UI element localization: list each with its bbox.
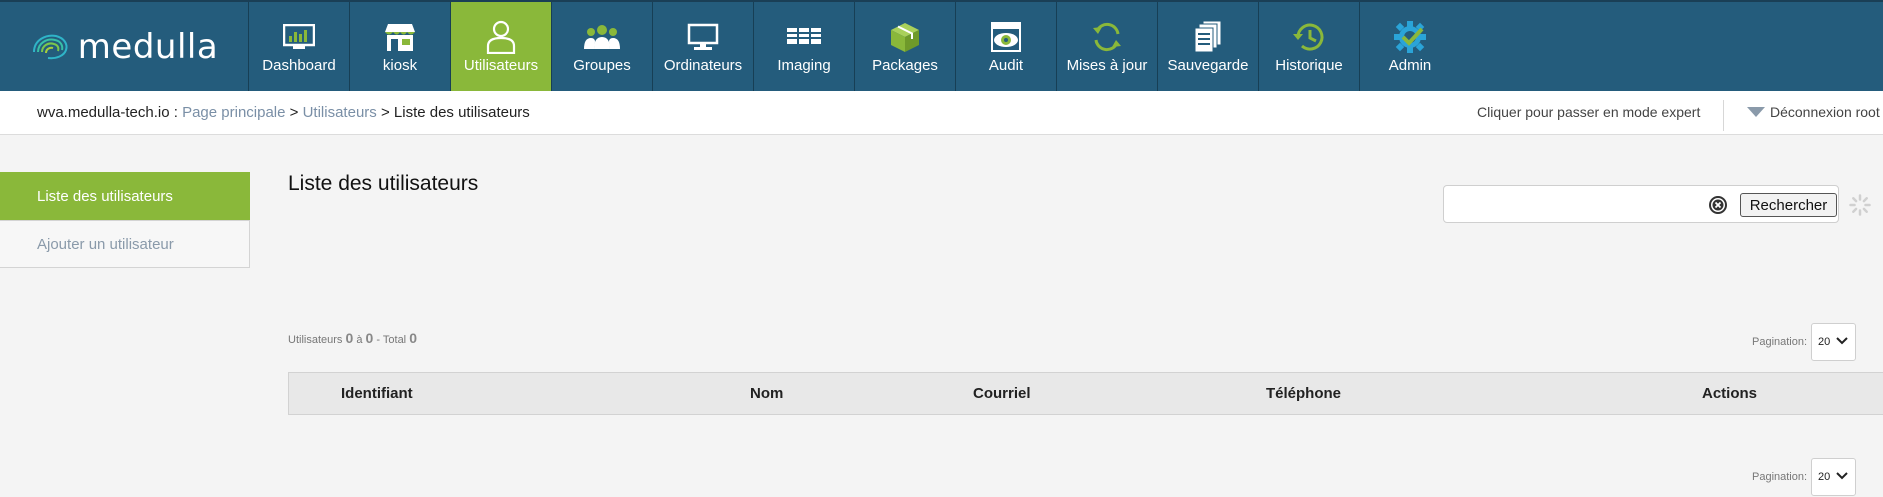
breadcrumb-link-home[interactable]: Page principale — [182, 104, 285, 121]
pagination-value: 20 — [1818, 471, 1831, 483]
breadcrumb-separator: > — [285, 104, 303, 121]
nav-item-users[interactable]: Utilisateurs — [450, 2, 551, 91]
nav-item-computers[interactable]: Ordinateurs — [652, 2, 753, 91]
logo[interactable]: medulla — [0, 2, 248, 91]
nav-item-label: Groupes — [573, 57, 631, 74]
nav-item-label: Sauvegarde — [1167, 57, 1249, 74]
nav-item-groups[interactable]: Groupes — [551, 2, 652, 91]
nav-item-updates[interactable]: Mises à jour — [1056, 2, 1157, 91]
nav-item-packages[interactable]: Packages — [854, 2, 955, 91]
kiosk-icon — [380, 20, 420, 54]
results-count: Utilisateurs 0 à 0 - Total 0 — [288, 330, 417, 346]
dashboard-icon — [279, 20, 319, 54]
nav-item-label: Audit — [988, 57, 1024, 74]
imaging-icon — [784, 20, 824, 54]
column-header-identifiant[interactable]: Identifiant — [341, 385, 413, 402]
audit-icon — [986, 20, 1026, 54]
expert-mode-link[interactable]: Cliquer pour passer en mode expert — [1477, 104, 1700, 120]
count-to: 0 — [365, 330, 374, 346]
clear-search-icon[interactable] — [1709, 196, 1727, 214]
pagination-label-top: Pagination: — [1752, 336, 1808, 348]
page-title: Liste des utilisateurs — [288, 172, 479, 195]
breadcrumb-colon: : — [169, 104, 183, 121]
nav-item-label: Historique — [1275, 57, 1343, 74]
nav-item-audit[interactable]: Audit — [955, 2, 1056, 91]
nav-item-history[interactable]: Historique — [1258, 2, 1359, 91]
admin-gear-icon — [1390, 20, 1430, 54]
top-navigation: medulla Dashboard kiosk Utilisateurs Gro… — [0, 0, 1883, 91]
users-table-header: Identifiant Nom Courriel Téléphone Actio… — [288, 372, 1883, 415]
medulla-logo-icon — [32, 34, 68, 59]
history-icon — [1289, 20, 1329, 54]
nav-item-label: Mises à jour — [1066, 57, 1148, 74]
chevron-down-icon — [1836, 337, 1848, 345]
pagination-label-bottom: Pagination: — [1752, 471, 1808, 483]
header-divider — [1723, 100, 1724, 131]
breadcrumb-bar: wva.medulla-tech.io : Page principale > … — [0, 91, 1883, 135]
computer-icon — [683, 20, 723, 54]
caret-down-icon — [1747, 107, 1765, 117]
logo-text: medulla — [77, 26, 219, 67]
sidebar-item-user-list[interactable]: Liste des utilisateurs — [0, 172, 250, 220]
nav-item-dashboard[interactable]: Dashboard — [248, 2, 349, 91]
nav-item-label: Ordinateurs — [663, 57, 743, 74]
count-total-word: - Total — [376, 334, 407, 346]
pagination-select-top[interactable]: 20 — [1811, 323, 1856, 361]
nav-item-label: Admin — [1388, 57, 1432, 74]
chevron-down-icon — [1836, 472, 1848, 480]
count-prefix: Utilisateurs — [288, 334, 343, 346]
package-icon — [885, 20, 925, 54]
count-to-word: à — [356, 334, 363, 346]
sidebar-item-add-user[interactable]: Ajouter un utilisateur — [0, 220, 250, 268]
logout-link[interactable]: Déconnexion root — [1747, 104, 1880, 120]
count-from: 0 — [345, 330, 354, 346]
update-icon — [1087, 20, 1127, 54]
nav-item-label: Dashboard — [262, 57, 336, 74]
sidebar: Liste des utilisateurs Ajouter un utilis… — [0, 172, 250, 268]
nav-item-imaging[interactable]: Imaging — [753, 2, 854, 91]
count-total: 0 — [409, 330, 417, 346]
breadcrumb: wva.medulla-tech.io : Page principale > … — [37, 104, 530, 121]
nav-item-kiosk[interactable]: kiosk — [349, 2, 450, 91]
breadcrumb-separator: > — [376, 104, 394, 121]
nav-item-label: kiosk — [382, 57, 418, 74]
breadcrumb-host: wva.medulla-tech.io — [37, 104, 170, 121]
column-header-nom[interactable]: Nom — [750, 385, 783, 402]
breadcrumb-current: Liste des utilisateurs — [393, 104, 530, 121]
backup-icon — [1188, 20, 1228, 54]
pagination-value: 20 — [1818, 336, 1831, 348]
breadcrumb-link-users[interactable]: Utilisateurs — [303, 104, 377, 121]
column-header-courriel[interactable]: Courriel — [973, 385, 1031, 402]
group-icon — [582, 20, 622, 54]
user-icon — [481, 20, 521, 54]
nav-item-admin[interactable]: Admin — [1359, 2, 1460, 91]
nav-item-label: Utilisateurs — [463, 57, 539, 74]
column-header-actions: Actions — [1702, 385, 1758, 402]
column-header-telephone[interactable]: Téléphone — [1266, 385, 1341, 402]
pagination-select-bottom[interactable]: 20 — [1811, 458, 1856, 496]
search-button[interactable]: Rechercher — [1740, 193, 1837, 217]
nav-item-label: Packages — [872, 57, 938, 74]
nav-item-label: Imaging — [777, 57, 831, 74]
logout-label: Déconnexion root — [1770, 104, 1880, 120]
loading-spinner-icon — [1849, 194, 1871, 216]
nav-item-backup[interactable]: Sauvegarde — [1157, 2, 1258, 91]
